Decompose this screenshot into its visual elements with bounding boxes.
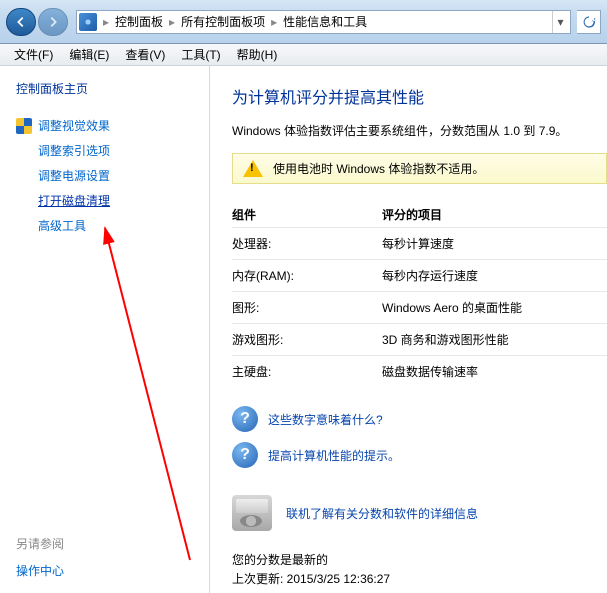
back-button[interactable] xyxy=(6,8,36,36)
table-row: 处理器: 每秒计算速度 xyxy=(232,227,607,259)
page-description: Windows 体验指数评估主要系统组件，分数范围从 1.0 到 7.9。 xyxy=(232,122,607,139)
help-link-tips[interactable]: 提高计算机性能的提示。 xyxy=(268,447,400,464)
sidebar-link-indexing[interactable]: 调整索引选项 xyxy=(16,138,193,163)
cell-component: 游戏图形: xyxy=(232,331,382,348)
chevron-right-icon[interactable]: ▸ xyxy=(101,15,111,29)
sidebar: 控制面板主页 调整视觉效果 调整索引选项 调整电源设置 打开磁盘清理 高级工具 xyxy=(0,66,210,593)
cell-rated: 磁盘数据传输速率 xyxy=(382,363,607,380)
address-dropdown[interactable]: ▾ xyxy=(552,11,568,33)
cell-rated: 每秒内存运行速度 xyxy=(382,267,607,284)
sidebar-link-label: 打开磁盘清理 xyxy=(38,192,110,209)
software-disk-icon xyxy=(232,495,272,531)
chevron-right-icon[interactable]: ▸ xyxy=(269,15,279,29)
sidebar-link-disk-cleanup[interactable]: 打开磁盘清理 xyxy=(16,188,193,213)
sidebar-links: 调整视觉效果 调整索引选项 调整电源设置 打开磁盘清理 高级工具 xyxy=(16,113,193,238)
question-icon: ? xyxy=(232,442,258,468)
sidebar-link-label: 高级工具 xyxy=(38,217,86,234)
online-info-link[interactable]: 联机了解有关分数和软件的详细信息 xyxy=(286,505,478,522)
breadcrumb-item[interactable]: 所有控制面板项 xyxy=(177,13,269,30)
content-area: 控制面板主页 调整视觉效果 调整索引选项 调整电源设置 打开磁盘清理 高级工具 xyxy=(0,66,607,593)
menu-file[interactable]: 文件(F) xyxy=(6,44,61,65)
see-also-heading: 另请参阅 xyxy=(16,535,193,552)
component-table: 组件 评分的项目 处理器: 每秒计算速度 内存(RAM): 每秒内存运行速度 图… xyxy=(232,202,607,387)
titlebar: ▸ 控制面板 ▸ 所有控制面板项 ▸ 性能信息和工具 ▾ xyxy=(0,0,607,44)
spacer-icon xyxy=(16,218,32,234)
help-link-meaning[interactable]: 这些数字意味着什么? xyxy=(268,411,383,428)
cell-component: 处理器: xyxy=(232,235,382,252)
sidebar-link-advanced-tools[interactable]: 高级工具 xyxy=(16,213,193,238)
table-row: 游戏图形: 3D 商务和游戏图形性能 xyxy=(232,323,607,355)
chevron-right-icon[interactable]: ▸ xyxy=(167,15,177,29)
cell-rated: 每秒计算速度 xyxy=(382,235,607,252)
cell-component: 图形: xyxy=(232,299,382,316)
refresh-button[interactable] xyxy=(577,10,601,34)
table-row: 图形: Windows Aero 的桌面性能 xyxy=(232,291,607,323)
status-block: 您的分数是最新的 上次更新: 2015/3/25 12:36:27 xyxy=(232,551,607,589)
col-component: 组件 xyxy=(232,206,382,223)
breadcrumb-item[interactable]: 控制面板 xyxy=(111,13,167,30)
shield-icon xyxy=(16,118,32,134)
table-row: 主硬盘: 磁盘数据传输速率 xyxy=(232,355,607,387)
last-update: 上次更新: 2015/3/25 12:36:27 xyxy=(232,570,607,589)
sidebar-link-visual-effects[interactable]: 调整视觉效果 xyxy=(16,113,193,138)
sidebar-link-power[interactable]: 调整电源设置 xyxy=(16,163,193,188)
info-row: 联机了解有关分数和软件的详细信息 xyxy=(232,495,607,531)
sidebar-heading[interactable]: 控制面板主页 xyxy=(16,80,193,97)
cell-component: 主硬盘: xyxy=(232,363,382,380)
menu-edit[interactable]: 编辑(E) xyxy=(61,44,117,65)
spacer-icon xyxy=(16,168,32,184)
cell-rated: Windows Aero 的桌面性能 xyxy=(382,299,607,316)
battery-alert: 使用电池时 Windows 体验指数不适用。 xyxy=(232,153,607,184)
spacer-icon xyxy=(16,143,32,159)
table-row: 内存(RAM): 每秒内存运行速度 xyxy=(232,259,607,291)
score-status: 您的分数是最新的 xyxy=(232,551,607,570)
forward-button[interactable] xyxy=(38,8,68,36)
action-center-link[interactable]: 操作中心 xyxy=(16,562,193,579)
control-panel-icon xyxy=(79,13,97,31)
warning-icon xyxy=(243,160,263,177)
sidebar-link-label: 调整电源设置 xyxy=(38,167,110,184)
spacer-icon xyxy=(16,193,32,209)
menu-help[interactable]: 帮助(H) xyxy=(229,44,286,65)
sidebar-link-label: 调整视觉效果 xyxy=(38,117,110,134)
help-row: ? 这些数字意味着什么? xyxy=(232,401,607,437)
cell-component: 内存(RAM): xyxy=(232,267,382,284)
page-title: 为计算机评分并提高其性能 xyxy=(232,84,607,108)
main-panel: 为计算机评分并提高其性能 Windows 体验指数评估主要系统组件，分数范围从 … xyxy=(210,66,607,593)
col-rated-item: 评分的项目 xyxy=(382,206,607,223)
menubar: 文件(F) 编辑(E) 查看(V) 工具(T) 帮助(H) xyxy=(0,44,607,66)
menu-view[interactable]: 查看(V) xyxy=(117,44,173,65)
table-header: 组件 评分的项目 xyxy=(232,202,607,227)
alert-text: 使用电池时 Windows 体验指数不适用。 xyxy=(273,160,484,177)
help-row: ? 提高计算机性能的提示。 xyxy=(232,437,607,473)
sidebar-link-label: 调整索引选项 xyxy=(38,142,110,159)
question-icon: ? xyxy=(232,406,258,432)
address-bar[interactable]: ▸ 控制面板 ▸ 所有控制面板项 ▸ 性能信息和工具 ▾ xyxy=(76,10,571,34)
sidebar-bottom: 另请参阅 操作中心 xyxy=(16,535,193,579)
breadcrumb-item[interactable]: 性能信息和工具 xyxy=(279,13,371,30)
menu-tools[interactable]: 工具(T) xyxy=(173,44,228,65)
cell-rated: 3D 商务和游戏图形性能 xyxy=(382,331,607,348)
nav-buttons xyxy=(6,8,70,36)
help-links: ? 这些数字意味着什么? ? 提高计算机性能的提示。 xyxy=(232,401,607,473)
